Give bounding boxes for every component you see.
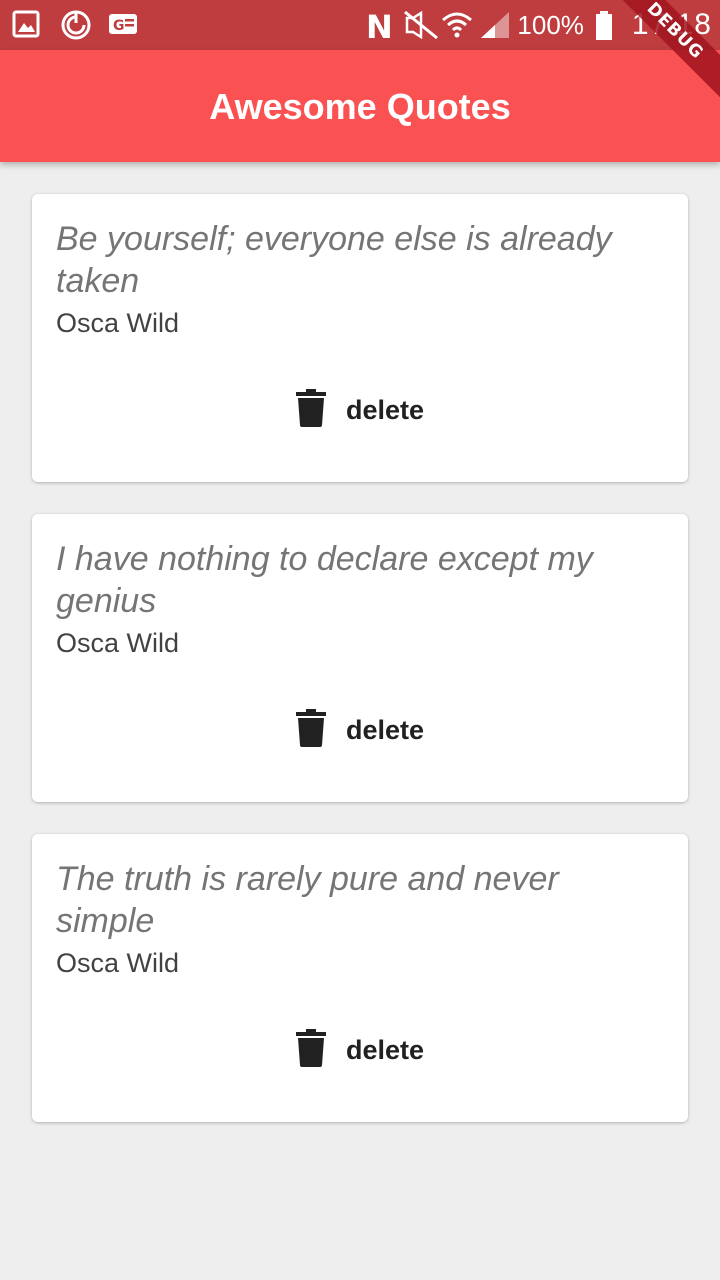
signal-icon bbox=[479, 10, 510, 40]
delete-label: delete bbox=[345, 1034, 425, 1065]
quote-author: Osca Wild bbox=[56, 308, 180, 338]
svg-text:G: G bbox=[113, 18, 125, 34]
app-bar: Awesome Quotes bbox=[0, 50, 720, 162]
wifi-icon bbox=[441, 10, 473, 40]
trash-icon bbox=[295, 708, 326, 752]
trash-icon bbox=[295, 1028, 326, 1072]
quote-card: The truth is rarely pure and never simpl… bbox=[32, 834, 688, 1122]
status-left-icons: G bbox=[12, 9, 137, 40]
quote-card: I have nothing to declare except my geni… bbox=[32, 514, 688, 802]
sync-icon bbox=[60, 9, 91, 40]
delete-label: delete bbox=[345, 394, 425, 425]
quote-author: Osca Wild bbox=[56, 948, 180, 978]
battery-percent: 100% bbox=[517, 9, 584, 40]
quote-list: Be yourself; everyone else is already ta… bbox=[32, 194, 688, 1154]
quote-text: I have nothing to declare except my geni… bbox=[56, 540, 593, 620]
quote-card: Be yourself; everyone else is already ta… bbox=[32, 194, 688, 482]
delete-button[interactable]: delete bbox=[32, 1028, 688, 1072]
delete-button[interactable]: delete bbox=[32, 388, 688, 432]
quote-author: Osca Wild bbox=[56, 628, 180, 658]
delete-button[interactable]: delete bbox=[32, 708, 688, 752]
quote-text: Be yourself; everyone else is already ta… bbox=[56, 220, 612, 300]
nfc-icon: N bbox=[365, 8, 393, 46]
svg-text:N: N bbox=[366, 10, 393, 42]
quote-text: The truth is rarely pure and never simpl… bbox=[56, 860, 559, 940]
status-bar: G N 100% 17:18 bbox=[0, 0, 720, 50]
battery-icon bbox=[594, 10, 622, 40]
mute-icon bbox=[403, 10, 439, 40]
trash-icon bbox=[295, 388, 326, 432]
delete-label: delete bbox=[345, 714, 425, 745]
gallery-icon bbox=[12, 9, 40, 39]
news-icon: G bbox=[108, 9, 137, 39]
page-title: Awesome Quotes bbox=[209, 86, 511, 127]
